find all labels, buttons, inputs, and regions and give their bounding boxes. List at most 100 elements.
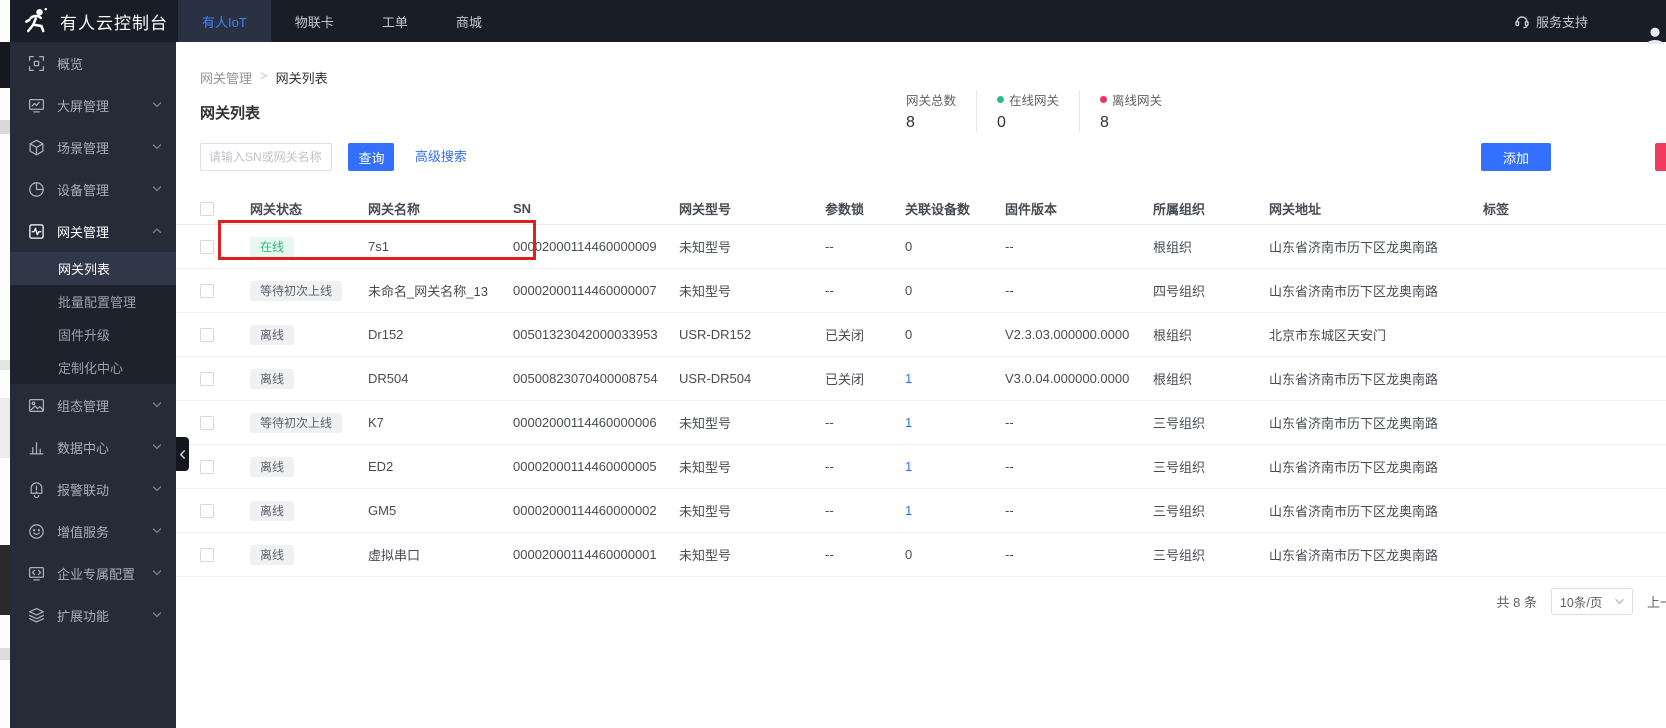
- sidebar-item-8[interactable]: 报警联动: [10, 468, 176, 510]
- table-row-7[interactable]: 离线 GM5 00002000114460000002 未知型号 -- 1 -- 三号组织 山东…: [176, 489, 1666, 533]
- sidebar-item-10[interactable]: 企业专属配置: [10, 552, 176, 594]
- cell-sn: 00002000114460000001: [513, 547, 657, 562]
- nav-tab-3[interactable]: 工单: [358, 0, 432, 42]
- cell-name: ED2: [368, 459, 394, 474]
- cell-firmware: V3.0.04.000000.0000: [1005, 371, 1130, 386]
- column-header-1: 网关状态: [250, 202, 303, 217]
- partial-red-action-button[interactable]: [1655, 143, 1666, 171]
- row-checkbox[interactable]: [200, 283, 214, 298]
- sidebar-subitem-1[interactable]: 网关列表: [10, 252, 176, 285]
- cell-sn: 00501323042000033953: [513, 327, 658, 342]
- column-header-5: 参数锁: [825, 202, 865, 217]
- cell-org: 四号组织: [1153, 284, 1206, 299]
- advanced-search-link[interactable]: 高级搜索: [415, 143, 467, 171]
- prev-page-button[interactable]: 上一页: [1647, 592, 1666, 611]
- scada-icon: [28, 397, 45, 414]
- chevron-down-icon: [152, 526, 162, 536]
- page-size-select[interactable]: 10条/页: [1550, 588, 1633, 615]
- cell-org: 三号组织: [1153, 460, 1206, 475]
- sidebar-item-label: 概览: [57, 56, 84, 72]
- chevron-down-icon: [152, 400, 162, 410]
- breadcrumb-parent[interactable]: 网关管理: [200, 68, 252, 87]
- sidebar-item-label: 企业专属配置: [57, 566, 136, 582]
- sidebar-subitem-3[interactable]: 固件升级: [10, 318, 176, 351]
- sidebar-item-5[interactable]: 网关管理: [10, 210, 176, 252]
- cell-device-count: 1: [891, 503, 991, 518]
- table-row-3[interactable]: 离线 Dr152 00501323042000033953 USR-DR152 已关闭 0…: [176, 313, 1666, 357]
- status-badge: 离线: [250, 500, 295, 521]
- stat-value: 8: [1100, 114, 1109, 131]
- table-row-5[interactable]: 等待初次上线 K7 00002000114460000006 未知型号 -- 1 -- 三号组…: [176, 401, 1666, 445]
- cell-firmware: --: [1005, 503, 1014, 518]
- cell-model: 未知型号: [679, 416, 732, 431]
- row-checkbox[interactable]: [200, 459, 214, 474]
- top-header: 有人云控制台 有人IoT 物联卡 工单 商城 服务支持: [10, 0, 1666, 45]
- nav-tab-4[interactable]: 商城: [432, 0, 506, 42]
- cell-org: 根组织: [1153, 240, 1193, 255]
- cell-status: 在线: [236, 236, 354, 257]
- chevron-down-icon: [152, 100, 162, 110]
- cell-status: 离线: [236, 500, 354, 521]
- row-checkbox[interactable]: [200, 415, 214, 430]
- cell-status: 离线: [236, 456, 354, 477]
- breadcrumb-current: 网关列表: [275, 71, 328, 86]
- row-checkbox[interactable]: [200, 503, 214, 518]
- cell-device-count: 0: [905, 239, 913, 254]
- enterprise-icon: [28, 565, 45, 582]
- cell-device-count: 0: [905, 283, 913, 298]
- add-button[interactable]: 添加: [1481, 143, 1551, 171]
- device-count-link[interactable]: 1: [905, 371, 912, 386]
- row-checkbox[interactable]: [200, 547, 214, 562]
- cell-name: DR504: [368, 371, 409, 386]
- sidebar-item-2[interactable]: 大屏管理: [10, 84, 176, 126]
- partial-user-icon[interactable]: [1644, 24, 1666, 45]
- logo[interactable]: 有人云控制台: [10, 6, 176, 36]
- pagination-total: 共 8 条: [1496, 595, 1537, 610]
- scene-icon: [28, 139, 45, 156]
- row-checkbox[interactable]: [200, 239, 214, 254]
- cell-status: 离线: [236, 324, 354, 345]
- sidebar-item-7[interactable]: 数据中心: [10, 426, 176, 468]
- table-row-6[interactable]: 离线 ED2 00002000114460000005 未知型号 -- 1 -- 三号组织 山东…: [176, 445, 1666, 489]
- background-window-sliver: [0, 0, 10, 728]
- row-checkbox[interactable]: [200, 327, 214, 342]
- cell-sn: 00002000114460000006: [513, 415, 657, 430]
- nav-tab-1[interactable]: 有人IoT: [178, 0, 271, 42]
- column-header-3: SN: [513, 201, 532, 216]
- status-dot: [1100, 96, 1108, 103]
- device-count-link[interactable]: 1: [905, 503, 912, 518]
- stat-1: 网关总数 8: [886, 90, 978, 132]
- stat-3: 离线网关 8: [1080, 90, 1182, 132]
- sidebar-subitem-2[interactable]: 批量配置管理: [10, 285, 176, 318]
- cell-status: 离线: [236, 544, 354, 565]
- search-input[interactable]: [200, 143, 332, 171]
- status-badge: 等待初次上线: [250, 280, 343, 301]
- sidebar-item-3[interactable]: 场景管理: [10, 126, 176, 168]
- alarm-icon: [28, 481, 45, 498]
- table-row-8[interactable]: 离线 虚拟串口 00002000114460000001 未知型号 -- 0 -- 三号组织 山…: [176, 533, 1666, 577]
- query-button[interactable]: 查询: [348, 143, 395, 171]
- cell-firmware: --: [1005, 459, 1014, 474]
- support-link[interactable]: 服务支持: [1514, 12, 1588, 31]
- table-row-2[interactable]: 等待初次上线 未命名_网关名称_13 00002000114460000007 未知型…: [176, 269, 1666, 313]
- device-count-link[interactable]: 1: [905, 459, 912, 474]
- sidebar-item-1[interactable]: 概览: [10, 42, 176, 84]
- sidebar-item-9[interactable]: 增值服务: [10, 510, 176, 552]
- cell-address: 山东省济南市历下区龙奥南路: [1269, 416, 1439, 431]
- cell-org: 根组织: [1153, 372, 1193, 387]
- row-checkbox[interactable]: [200, 371, 214, 386]
- select-all-checkbox[interactable]: [200, 201, 214, 216]
- sidebar-item-6[interactable]: 组态管理: [10, 384, 176, 426]
- sidebar-item-4[interactable]: 设备管理: [10, 168, 176, 210]
- table-row-4[interactable]: 离线 DR504 00500823070400008754 USR-DR504 已关闭 1…: [176, 357, 1666, 401]
- device-count-link[interactable]: 1: [905, 415, 912, 430]
- cell-firmware: --: [1005, 415, 1014, 430]
- sidebar-subitem-4[interactable]: 定制化中心: [10, 351, 176, 384]
- sidebar-item-11[interactable]: 扩展功能: [10, 594, 176, 636]
- cell-name: GM5: [368, 503, 397, 518]
- nav-tab-2[interactable]: 物联卡: [271, 0, 358, 42]
- sidebar-collapse-handle[interactable]: [176, 437, 189, 471]
- background-fragment: [0, 545, 10, 615]
- chevron-down-icon: [152, 484, 162, 494]
- table-row-1[interactable]: 在线 7s1 00002000114460000009 未知型号 -- 0 -- 根组织 山东省…: [176, 225, 1666, 269]
